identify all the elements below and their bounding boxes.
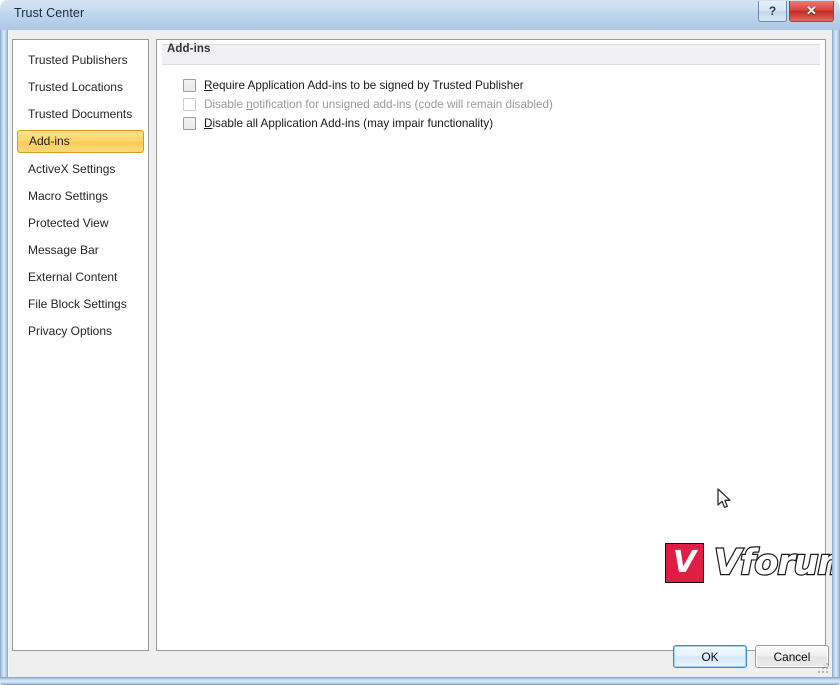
checkbox-disable-notification xyxy=(183,98,196,111)
vforum-watermark-text: Vforum.vn xyxy=(713,543,840,583)
ok-button-label: OK xyxy=(701,649,719,664)
sidebar-item-label: External Content xyxy=(28,270,118,284)
sidebar-item-label: Macro Settings xyxy=(28,189,109,203)
cancel-button-label: Cancel xyxy=(773,649,811,664)
sidebar-item-protected-view[interactable]: Protected View xyxy=(17,212,144,234)
checkbox-disable-all-addins[interactable] xyxy=(183,117,196,130)
add-ins-options-list: Require Application Add-ins to be signed… xyxy=(183,76,783,133)
help-icon: ? xyxy=(768,4,777,18)
sidebar-item-macro-settings[interactable]: Macro Settings xyxy=(17,185,144,207)
checkbox-require-signed-addins[interactable] xyxy=(183,79,196,92)
sidebar-item-privacy-options[interactable]: Privacy Options xyxy=(17,320,144,342)
option-label: Disable all Application Add-ins (may imp… xyxy=(204,117,493,130)
sidebar-item-label: ActiveX Settings xyxy=(28,162,116,176)
sidebar-item-label: File Block Settings xyxy=(28,297,127,311)
cursor-arrow-icon xyxy=(717,488,731,509)
sidebar-item-message-bar[interactable]: Message Bar xyxy=(17,239,144,261)
option-label: Disable notification for unsigned add-in… xyxy=(204,98,553,111)
sidebar-item-label: Message Bar xyxy=(28,243,99,257)
resize-grip-icon[interactable] xyxy=(817,662,829,674)
window-title: Trust Center xyxy=(14,6,85,20)
option-disable-notification: Disable notification for unsigned add-in… xyxy=(183,95,783,114)
close-button[interactable]: ✕ xyxy=(789,1,834,22)
sidebar-item-label: Trusted Publishers xyxy=(28,53,128,67)
page-title: Add-ins xyxy=(167,43,211,55)
sidebar-item-label: Add-ins xyxy=(29,134,70,148)
sidebar-item-trusted-locations[interactable]: Trusted Locations xyxy=(17,76,144,98)
settings-content-pane: Add-ins Require Application Add-ins to b… xyxy=(156,39,840,651)
vforum-logo-letter: V xyxy=(672,545,697,580)
mouse-cursor xyxy=(717,488,733,515)
sidebar-item-trusted-documents[interactable]: Trusted Documents xyxy=(17,103,144,125)
option-label-text: otification for unsigned add-ins (code w… xyxy=(252,98,553,111)
option-require-signed-addins[interactable]: Require Application Add-ins to be signed… xyxy=(183,76,783,95)
sidebar-item-external-content[interactable]: External Content xyxy=(17,266,144,288)
sidebar-item-trusted-publishers[interactable]: Trusted Publishers xyxy=(17,49,144,71)
help-button[interactable]: ? xyxy=(758,1,787,22)
option-label-text: equire Application Add-ins to be signed … xyxy=(212,79,524,92)
trust-center-window: Trust Center ? ✕ Trusted Publishers Trus… xyxy=(0,0,840,685)
ok-button[interactable]: OK xyxy=(673,645,747,668)
content-header-band xyxy=(162,44,820,65)
window-frame-right xyxy=(832,30,840,685)
category-sidebar: Trusted Publishers Trusted Locations Tru… xyxy=(12,39,149,651)
vforum-logo-icon: V xyxy=(665,543,704,583)
dialog-client-area: Trusted Publishers Trusted Locations Tru… xyxy=(8,30,840,677)
sidebar-item-label: Trusted Documents xyxy=(28,107,133,121)
option-label-prefix: Disable xyxy=(204,98,247,111)
window-titlebar: Trust Center ? ✕ xyxy=(0,0,840,30)
close-icon: ✕ xyxy=(806,3,817,18)
window-frame-left xyxy=(0,30,8,685)
vforum-watermark: V Vforum.vn xyxy=(665,543,840,583)
option-label-text: isable all Application Add-ins (may impa… xyxy=(212,117,494,130)
titlebar-button-group: ? ✕ xyxy=(758,1,834,22)
sidebar-item-label: Privacy Options xyxy=(28,324,113,338)
sidebar-item-activex-settings[interactable]: ActiveX Settings xyxy=(17,158,144,180)
option-label: Require Application Add-ins to be signed… xyxy=(204,79,524,92)
dialog-footer: OK Cancel xyxy=(9,637,833,677)
sidebar-item-label: Trusted Locations xyxy=(28,80,123,94)
sidebar-item-file-block-settings[interactable]: File Block Settings xyxy=(17,293,144,315)
option-disable-all-addins[interactable]: Disable all Application Add-ins (may imp… xyxy=(183,114,783,133)
sidebar-item-add-ins[interactable]: Add-ins xyxy=(17,130,144,153)
sidebar-item-label: Protected View xyxy=(28,216,109,230)
window-frame-bottom xyxy=(0,677,840,685)
